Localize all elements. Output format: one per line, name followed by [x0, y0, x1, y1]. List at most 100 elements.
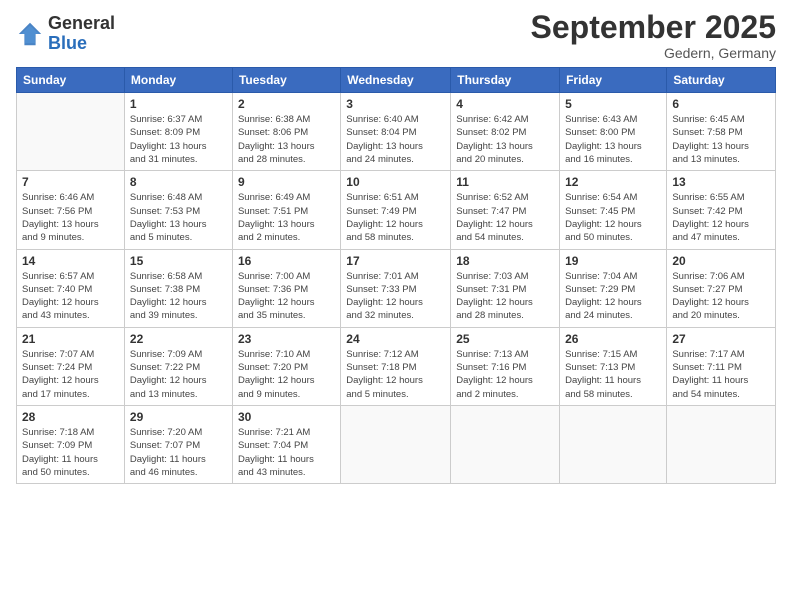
logo-icon [16, 20, 44, 48]
day-info: Sunrise: 7:01 AM Sunset: 7:33 PM Dayligh… [346, 270, 445, 323]
day-info: Sunrise: 6:49 AM Sunset: 7:51 PM Dayligh… [238, 191, 335, 244]
calendar-cell: 25 Sunrise: 7:13 AM Sunset: 7:16 PM Dayli… [451, 327, 560, 405]
day-info: Sunrise: 7:09 AM Sunset: 7:22 PM Dayligh… [130, 348, 227, 401]
page: General Blue September 2025 Gedern, Germ… [0, 0, 792, 612]
day-number: 11 [456, 175, 554, 189]
day-info: Sunrise: 7:12 AM Sunset: 7:18 PM Dayligh… [346, 348, 445, 401]
col-saturday: Saturday [667, 68, 776, 93]
calendar-cell: 4 Sunrise: 6:42 AM Sunset: 8:02 PM Daylig… [451, 93, 560, 171]
month-title: September 2025 [531, 10, 776, 45]
day-number: 20 [672, 254, 770, 268]
header-row: Sunday Monday Tuesday Wednesday Thursday… [17, 68, 776, 93]
calendar-cell: 8Sunrise: 6:48 AM Sunset: 7:53 PM Daylig… [124, 171, 232, 249]
col-friday: Friday [560, 68, 667, 93]
day-info: Sunrise: 7:04 AM Sunset: 7:29 PM Dayligh… [565, 270, 661, 323]
day-info: Sunrise: 6:58 AM Sunset: 7:38 PM Dayligh… [130, 270, 227, 323]
calendar-cell: 12 Sunrise: 6:54 AM Sunset: 7:45 PM Dayli… [560, 171, 667, 249]
day-number: 13 [672, 175, 770, 189]
day-info: Sunrise: 6:42 AM Sunset: 8:02 PM Dayligh… [456, 113, 554, 166]
day-info: Sunrise: 6:46 AM Sunset: 7:56 PM Dayligh… [22, 191, 119, 244]
day-info: Sunrise: 6:52 AM Sunset: 7:47 PM Dayligh… [456, 191, 554, 244]
logo-blue-text: Blue [48, 33, 87, 53]
title-block: September 2025 Gedern, Germany [531, 10, 776, 61]
logo: General Blue [16, 14, 115, 54]
calendar-cell [560, 405, 667, 483]
day-number: 28 [22, 410, 119, 424]
day-info: Sunrise: 6:55 AM Sunset: 7:42 PM Dayligh… [672, 191, 770, 244]
day-number: 5 [565, 97, 661, 111]
day-info: Sunrise: 7:13 AM Sunset: 7:16 PM Dayligh… [456, 348, 554, 401]
day-number: 15 [130, 254, 227, 268]
calendar-cell: 17 Sunrise: 7:01 AM Sunset: 7:33 PM Dayli… [341, 249, 451, 327]
col-tuesday: Tuesday [232, 68, 340, 93]
calendar-cell: 6 Sunrise: 6:45 AM Sunset: 7:58 PM Daylig… [667, 93, 776, 171]
day-info: Sunrise: 7:06 AM Sunset: 7:27 PM Dayligh… [672, 270, 770, 323]
col-wednesday: Wednesday [341, 68, 451, 93]
day-info: Sunrise: 7:18 AM Sunset: 7:09 PM Dayligh… [22, 426, 119, 479]
calendar-cell: 20 Sunrise: 7:06 AM Sunset: 7:27 PM Dayli… [667, 249, 776, 327]
calendar-cell: 26Sunrise: 7:15 AM Sunset: 7:13 PM Dayli… [560, 327, 667, 405]
day-info: Sunrise: 7:00 AM Sunset: 7:36 PM Dayligh… [238, 270, 335, 323]
day-number: 4 [456, 97, 554, 111]
logo-general-text: General [48, 13, 115, 33]
day-number: 2 [238, 97, 335, 111]
calendar-cell: 15 Sunrise: 6:58 AM Sunset: 7:38 PM Dayli… [124, 249, 232, 327]
day-number: 30 [238, 410, 335, 424]
day-number: 21 [22, 332, 119, 346]
calendar-cell: 28 Sunrise: 7:18 AM Sunset: 7:09 PM Dayli… [17, 405, 125, 483]
calendar-cell: 18Sunrise: 7:03 AM Sunset: 7:31 PM Dayli… [451, 249, 560, 327]
day-number: 7 [22, 175, 119, 189]
day-number: 29 [130, 410, 227, 424]
calendar-cell: 3 Sunrise: 6:40 AM Sunset: 8:04 PM Daylig… [341, 93, 451, 171]
day-info: Sunrise: 6:54 AM Sunset: 7:45 PM Dayligh… [565, 191, 661, 244]
day-info: Sunrise: 6:37 AM Sunset: 8:09 PM Dayligh… [130, 113, 227, 166]
day-info: Sunrise: 7:15 AM Sunset: 7:13 PM Dayligh… [565, 348, 661, 401]
day-info: Sunrise: 6:45 AM Sunset: 7:58 PM Dayligh… [672, 113, 770, 166]
calendar-cell: 27 Sunrise: 7:17 AM Sunset: 7:11 PM Dayli… [667, 327, 776, 405]
day-number: 19 [565, 254, 661, 268]
day-number: 27 [672, 332, 770, 346]
calendar-cell: 30 Sunrise: 7:21 AM Sunset: 7:04 PM Dayli… [232, 405, 340, 483]
col-monday: Monday [124, 68, 232, 93]
calendar-week-3: 14Sunrise: 6:57 AM Sunset: 7:40 PM Dayli… [17, 249, 776, 327]
day-info: Sunrise: 6:43 AM Sunset: 8:00 PM Dayligh… [565, 113, 661, 166]
calendar-week-4: 21Sunrise: 7:07 AM Sunset: 7:24 PM Dayli… [17, 327, 776, 405]
day-info: Sunrise: 7:20 AM Sunset: 7:07 PM Dayligh… [130, 426, 227, 479]
calendar-cell: 23 Sunrise: 7:10 AM Sunset: 7:20 PM Dayli… [232, 327, 340, 405]
location: Gedern, Germany [531, 45, 776, 61]
day-number: 25 [456, 332, 554, 346]
calendar-cell: 24 Sunrise: 7:12 AM Sunset: 7:18 PM Dayli… [341, 327, 451, 405]
calendar-cell: 13 Sunrise: 6:55 AM Sunset: 7:42 PM Dayli… [667, 171, 776, 249]
calendar-cell: 2Sunrise: 6:38 AM Sunset: 8:06 PM Daylig… [232, 93, 340, 171]
day-number: 24 [346, 332, 445, 346]
calendar-cell [17, 93, 125, 171]
day-number: 16 [238, 254, 335, 268]
day-info: Sunrise: 7:03 AM Sunset: 7:31 PM Dayligh… [456, 270, 554, 323]
day-number: 17 [346, 254, 445, 268]
day-info: Sunrise: 6:51 AM Sunset: 7:49 PM Dayligh… [346, 191, 445, 244]
day-info: Sunrise: 6:40 AM Sunset: 8:04 PM Dayligh… [346, 113, 445, 166]
calendar-cell: 7 Sunrise: 6:46 AM Sunset: 7:56 PM Daylig… [17, 171, 125, 249]
calendar-cell: 29 Sunrise: 7:20 AM Sunset: 7:07 PM Dayli… [124, 405, 232, 483]
day-info: Sunrise: 7:10 AM Sunset: 7:20 PM Dayligh… [238, 348, 335, 401]
calendar-cell: 16 Sunrise: 7:00 AM Sunset: 7:36 PM Dayli… [232, 249, 340, 327]
calendar-week-5: 28 Sunrise: 7:18 AM Sunset: 7:09 PM Dayli… [17, 405, 776, 483]
calendar-cell: 21Sunrise: 7:07 AM Sunset: 7:24 PM Dayli… [17, 327, 125, 405]
calendar-table: Sunday Monday Tuesday Wednesday Thursday… [16, 67, 776, 484]
day-number: 9 [238, 175, 335, 189]
calendar-cell: 5 Sunrise: 6:43 AM Sunset: 8:00 PM Daylig… [560, 93, 667, 171]
calendar-week-1: 1Sunrise: 6:37 AM Sunset: 8:09 PM Daylig… [17, 93, 776, 171]
day-info: Sunrise: 7:17 AM Sunset: 7:11 PM Dayligh… [672, 348, 770, 401]
calendar-cell: 11 Sunrise: 6:52 AM Sunset: 7:47 PM Dayli… [451, 171, 560, 249]
day-number: 3 [346, 97, 445, 111]
day-number: 14 [22, 254, 119, 268]
col-sunday: Sunday [17, 68, 125, 93]
calendar-cell [341, 405, 451, 483]
calendar-cell: 10Sunrise: 6:51 AM Sunset: 7:49 PM Dayli… [341, 171, 451, 249]
day-number: 6 [672, 97, 770, 111]
calendar-cell [451, 405, 560, 483]
day-number: 12 [565, 175, 661, 189]
day-info: Sunrise: 7:21 AM Sunset: 7:04 PM Dayligh… [238, 426, 335, 479]
calendar-cell: 22Sunrise: 7:09 AM Sunset: 7:22 PM Dayli… [124, 327, 232, 405]
day-number: 23 [238, 332, 335, 346]
